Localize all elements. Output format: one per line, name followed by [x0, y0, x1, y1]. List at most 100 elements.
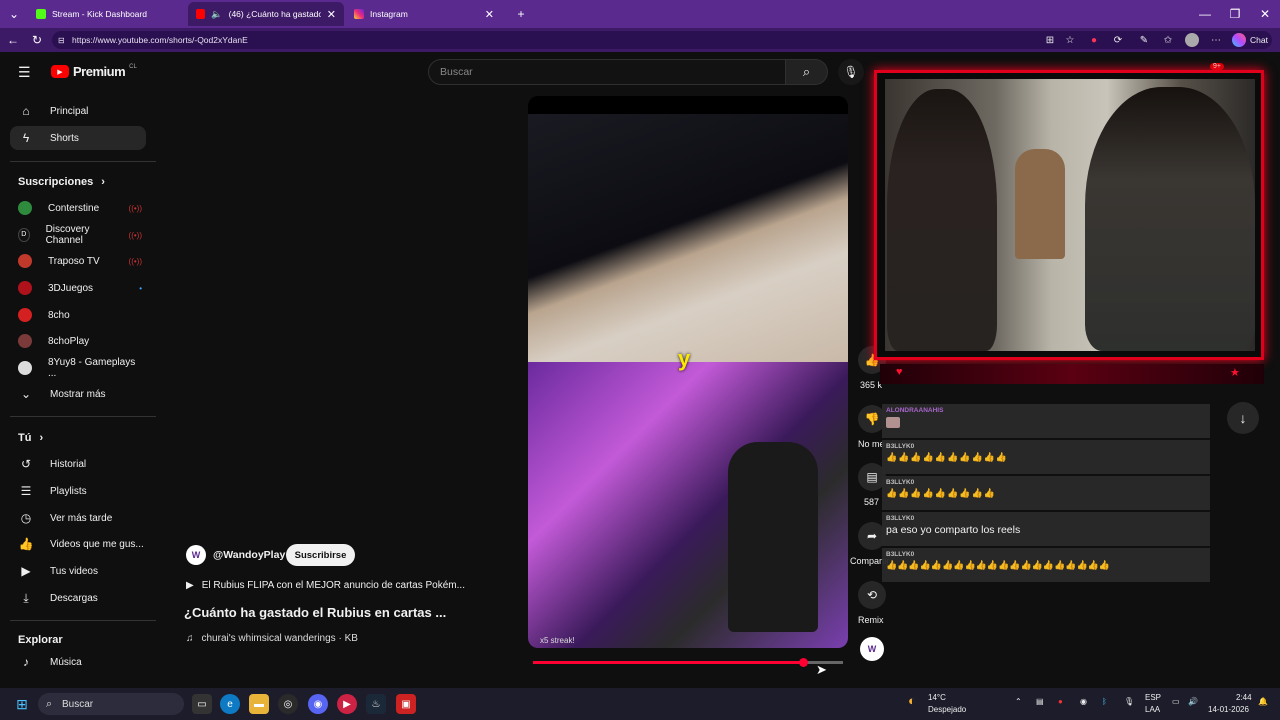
weather-temp[interactable]: 14°C — [928, 693, 946, 702]
related-video-link[interactable]: ▶ El Rubius FLIPA con el MEJOR anuncio d… — [186, 580, 465, 591]
edge-icon[interactable]: e — [220, 694, 240, 714]
bluetooth-icon[interactable]: ᛒ — [1102, 697, 1107, 706]
tab-instagram[interactable]: Instagram ✕ — [346, 2, 502, 26]
history-icon: ↺ — [20, 457, 32, 471]
taskbar-search[interactable]: ⌕ Buscar — [38, 693, 184, 715]
back-icon[interactable]: ← — [4, 31, 22, 49]
media-player-icon[interactable]: ▶ — [337, 694, 357, 714]
close-tab-icon[interactable]: ✕ — [485, 8, 494, 21]
extensions-icon[interactable]: ✎ — [1136, 32, 1152, 48]
windows-start-icon[interactable]: ⊞ — [12, 694, 32, 714]
clock-time[interactable]: 2:44 — [1236, 693, 1252, 702]
weather-icon[interactable]: ◐ — [908, 693, 916, 708]
search-input[interactable]: Buscar — [428, 59, 786, 85]
refresh-icon[interactable]: ↻ — [28, 31, 46, 49]
tray-app-icon[interactable]: ▤ — [1036, 697, 1044, 706]
youtube-logo[interactable]: ▶ Premium CL — [51, 64, 137, 79]
tab-actions-icon[interactable]: ⌄ — [2, 0, 26, 28]
short-video-player[interactable]: y x5 streak! — [528, 96, 848, 648]
person-right — [1085, 87, 1255, 351]
show-more-button[interactable]: ⌄ Mostrar más — [10, 382, 146, 406]
dislike-label: No me — [858, 439, 885, 449]
favorite-star-icon[interactable]: ☆ — [1062, 32, 1078, 48]
tray-overflow-icon[interactable]: ⌃ — [1015, 697, 1022, 706]
you-header[interactable]: Tú › — [18, 432, 43, 444]
sidebar-item-shorts[interactable]: ϟ Shorts — [10, 126, 146, 150]
progress-scrubber-handle[interactable] — [798, 658, 808, 667]
short-title[interactable]: ¿Cuánto ha gastado el Rubius en cartas .… — [184, 605, 446, 620]
sidebar-item-watch-later[interactable]: ◷ Ver más tarde — [10, 506, 146, 530]
notifications-icon[interactable]: 🔔 — [1258, 697, 1268, 706]
scroll-down-button[interactable]: ↓ — [1227, 402, 1259, 434]
wooden-chair — [1015, 149, 1065, 259]
keyboard-layout[interactable]: LAA — [1145, 705, 1160, 714]
sidebar-item-label: Shorts — [50, 132, 79, 144]
sidebar-item-8yuy8[interactable]: 8Yuy8 - Gameplays ... — [10, 356, 146, 380]
tab-youtube-short[interactable]: 🔈 (46) ¿Cuánto ha gastado el Rubius ✕ — [188, 2, 344, 26]
clock-date[interactable]: 14-01-2026 — [1208, 705, 1249, 714]
apps-icon[interactable]: ⊞ — [1042, 32, 1058, 48]
sidebar-item-principal[interactable]: ⌂ Principal — [10, 99, 146, 123]
copilot-chat-button[interactable]: Chat — [1232, 32, 1268, 48]
close-tab-icon[interactable]: ✕ — [327, 8, 336, 21]
sidebar-item-music[interactable]: ♪ Música — [10, 650, 146, 674]
chrome-icon[interactable]: ◎ — [278, 694, 298, 714]
chat-username: B3LLYK0 — [886, 551, 915, 558]
sidebar-item-conterstine[interactable]: Conterstine ((•)) — [10, 196, 146, 220]
sidebar-item-liked[interactable]: 👍 Videos que me gus... — [10, 532, 146, 556]
sidebar-item-8choplay[interactable]: 8choPlay — [10, 329, 146, 353]
close-window-icon[interactable]: ✕ — [1250, 0, 1280, 28]
favorites-icon[interactable]: ✩ — [1160, 32, 1176, 48]
sidebar-item-playlists[interactable]: ☰ Playlists — [10, 479, 146, 503]
chat-message: ALONDRAANAHIS — [882, 404, 1210, 438]
sidebar-item-downloads[interactable]: ⤓ Descargas — [10, 586, 146, 610]
sidebar-item-traposo[interactable]: Traposo TV ((•)) — [10, 249, 146, 273]
sidebar-item-historial[interactable]: ↺ Historial — [10, 452, 146, 476]
music-note-icon: ♫ — [186, 633, 194, 644]
voice-search-button[interactable]: 🎙 — [838, 59, 864, 85]
new-tab-icon[interactable]: + — [506, 0, 536, 28]
steam-icon[interactable]: ♨ — [366, 694, 386, 714]
chat-username: B3LLYK0 — [886, 515, 915, 522]
sidebar-item-3djuegos[interactable]: 3DJuegos • — [10, 276, 146, 300]
language-indicator[interactable]: ESP — [1145, 693, 1161, 702]
sound-source-avatar[interactable]: W — [860, 637, 884, 661]
notification-badge[interactable]: 9+ — [1210, 63, 1224, 70]
hamburger-menu-icon[interactable]: ☰ — [18, 64, 31, 81]
more-menu-icon[interactable]: ⋯ — [1208, 32, 1224, 48]
profile-avatar[interactable] — [1184, 32, 1200, 48]
volume-icon[interactable]: 🔊 — [1188, 697, 1198, 706]
subscribe-button[interactable]: Suscribirse — [286, 544, 355, 566]
app-icon[interactable]: ▣ — [396, 694, 416, 714]
site-info-icon[interactable]: ⊟ — [58, 36, 65, 45]
search-button[interactable]: ⌕ — [786, 59, 828, 85]
channel-name[interactable]: @WandoyPlay — [213, 549, 285, 561]
subscriptions-header[interactable]: Suscripciones › — [18, 176, 105, 188]
extension-icon[interactable]: ● — [1086, 32, 1102, 48]
task-view-icon[interactable]: ▭ — [192, 694, 212, 714]
tray-discord-icon[interactable]: ◉ — [1080, 697, 1087, 706]
minimize-icon[interactable]: — — [1190, 0, 1220, 28]
weather-desc[interactable]: Despejado — [928, 705, 966, 714]
file-explorer-icon[interactable]: ▬ — [249, 694, 269, 714]
refresh-extension-icon[interactable]: ⟳ — [1110, 32, 1126, 48]
shorts-icon: ϟ — [22, 131, 30, 145]
microphone-icon[interactable]: 🎙 — [1124, 697, 1134, 706]
channel-avatar[interactable]: W — [186, 545, 206, 565]
home-icon: ⌂ — [22, 104, 30, 118]
heart-icon: ♥ — [896, 366, 903, 378]
music-link[interactable]: ♫ churai's whimsical wanderings · KB — [186, 633, 358, 644]
tray-media-icon[interactable]: ● — [1058, 697, 1063, 706]
sidebar-item-discovery[interactable]: D Discovery Channel ((•)) — [10, 223, 146, 247]
discord-icon[interactable]: ◉ — [308, 694, 328, 714]
webcam-overlay — [874, 70, 1264, 360]
section-title: Tú — [18, 432, 32, 444]
sidebar-item-your-videos[interactable]: ▶ Tus videos — [10, 559, 146, 583]
url-text: https://www.youtube.com/shorts/-Qod2xYda… — [72, 35, 248, 45]
remix-button[interactable]: ⟲ — [858, 581, 886, 609]
chat-username: B3LLYK0 — [886, 479, 915, 486]
network-icon[interactable]: ▭ — [1172, 697, 1180, 706]
sidebar-item-8cho[interactable]: 8cho — [10, 303, 146, 327]
maximize-icon[interactable]: ❐ — [1220, 0, 1250, 28]
speaker-icon[interactable]: 🔈 — [211, 9, 222, 20]
